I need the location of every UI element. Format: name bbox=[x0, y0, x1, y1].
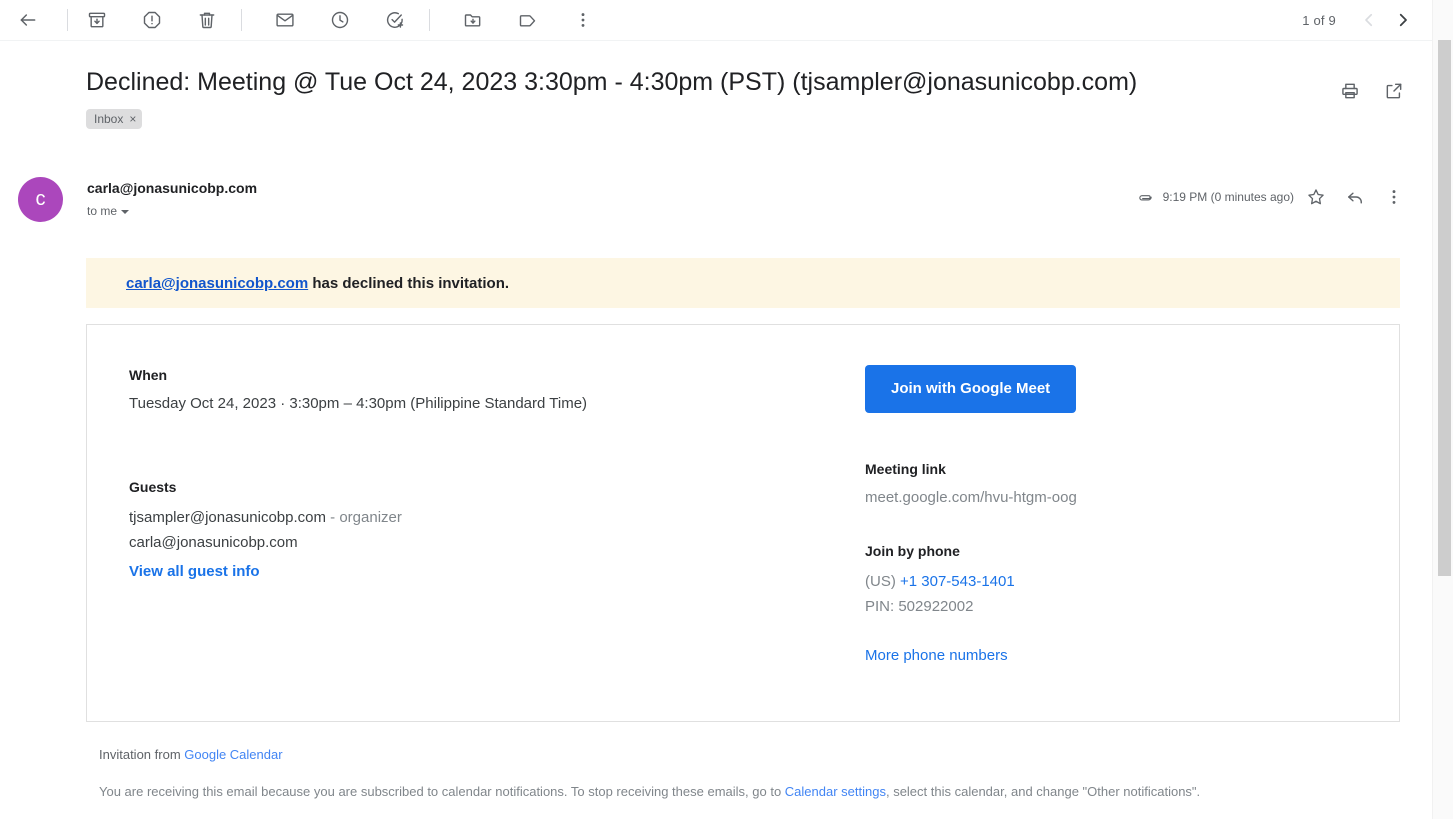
join-by-phone-section: Join by phone (US) +1 307-543-1401 PIN: … bbox=[865, 541, 1399, 665]
meeting-link-url[interactable]: meet.google.com/hvu-htgm-oog bbox=[865, 487, 1399, 509]
message-meta: 9:19 PM (0 minutes ago) bbox=[1137, 174, 1411, 214]
message-toolbar: 1 of 9 bbox=[0, 0, 1432, 40]
join-by-phone-heading: Join by phone bbox=[865, 543, 960, 559]
invite-actions-column: Join with Google Meet Meeting link meet.… bbox=[863, 365, 1399, 665]
when-value: Tuesday Oct 24, 2023 · 3:30pm – 4:30pm (… bbox=[129, 395, 588, 412]
avatar: c bbox=[18, 177, 63, 222]
label-chip-text: Inbox bbox=[94, 112, 124, 126]
declined-banner-rest: has declined this invitation. bbox=[308, 274, 510, 292]
phone-number-row: (US) +1 307-543-1401 bbox=[865, 569, 1399, 594]
message-pager-count: 1 of 9 bbox=[1302, 12, 1336, 28]
star-icon[interactable] bbox=[1299, 180, 1333, 214]
toolbar-divider bbox=[67, 9, 68, 31]
labels-icon[interactable] bbox=[508, 0, 548, 40]
invite-footer: Invitation from Google Calendar You are … bbox=[99, 745, 1399, 802]
guest-email: carla@jonasunicobp.com bbox=[129, 534, 298, 551]
report-spam-icon[interactable] bbox=[132, 0, 172, 40]
sender-address: carla@jonasunicobp.com bbox=[87, 180, 258, 196]
pager-prev-button[interactable] bbox=[1352, 0, 1386, 40]
meeting-link-heading: Meeting link bbox=[865, 461, 946, 477]
recipient-dropdown[interactable]: to me bbox=[87, 204, 257, 218]
declined-banner-email-link[interactable]: carla@jonasunicobp.com bbox=[126, 275, 308, 292]
subject-actions bbox=[1333, 74, 1411, 108]
meeting-link-section: Meeting link meet.google.com/hvu-htgm-oo… bbox=[865, 459, 1399, 509]
declined-banner: carla@jonasunicobp.com has declined this… bbox=[86, 258, 1400, 308]
delete-icon[interactable] bbox=[187, 0, 227, 40]
when-section: When Tuesday Oct 24, 2023 · 3:30pm – 4:3… bbox=[129, 365, 863, 415]
attachment-icon bbox=[1137, 189, 1154, 206]
message-more-icon[interactable] bbox=[1377, 180, 1411, 214]
more-options-icon[interactable] bbox=[563, 0, 603, 40]
gmail-message-view: 1 of 9 Declined: Meeting @ Tue Oct 24, 2… bbox=[0, 0, 1453, 819]
toolbar-divider-2 bbox=[241, 9, 242, 31]
archive-icon[interactable] bbox=[77, 0, 117, 40]
label-chip-remove-icon[interactable]: × bbox=[129, 113, 136, 125]
join-with-google-meet-button[interactable]: Join with Google Meet bbox=[865, 365, 1077, 413]
sender-info: carla@jonasunicobp.com to me bbox=[87, 174, 257, 218]
move-to-icon[interactable] bbox=[453, 0, 493, 40]
toolbar-separator bbox=[0, 40, 1432, 41]
mark-unread-icon[interactable] bbox=[265, 0, 305, 40]
print-icon[interactable] bbox=[1333, 74, 1367, 108]
calendar-settings-link[interactable]: Calendar settings bbox=[785, 784, 886, 799]
scrollbar-thumb[interactable] bbox=[1438, 40, 1451, 576]
phone-country-label: (US) bbox=[865, 573, 900, 590]
notice-part2: , select this calendar, and change "Othe… bbox=[885, 784, 1201, 799]
label-chip-inbox[interactable]: Inbox × bbox=[86, 109, 143, 129]
guest-role: - organizer bbox=[326, 509, 402, 526]
when-heading: When bbox=[129, 367, 168, 383]
pager-next-button[interactable] bbox=[1386, 0, 1420, 40]
recipient-label: to me bbox=[87, 204, 118, 218]
declined-banner-text: carla@jonasunicobp.com has declined this… bbox=[126, 275, 509, 292]
message-timestamp: 9:19 PM (0 minutes ago) bbox=[1162, 190, 1294, 204]
guests-heading: Guests bbox=[129, 479, 177, 495]
guests-section: Guests tjsampler@jonasunicobp.com - orga… bbox=[129, 477, 863, 581]
vertical-scrollbar[interactable] bbox=[1432, 0, 1453, 819]
google-calendar-link[interactable]: Google Calendar bbox=[184, 747, 282, 762]
reply-icon[interactable] bbox=[1338, 180, 1372, 214]
guest-email: tjsampler@jonasunicobp.com bbox=[129, 509, 326, 526]
notification-notice: You are receiving this email because you… bbox=[99, 782, 1399, 802]
toolbar-divider-3 bbox=[429, 9, 430, 31]
invitation-prefix: Invitation from bbox=[99, 747, 185, 762]
view-all-guest-info-link[interactable]: View all guest info bbox=[129, 563, 260, 580]
subject-block: Declined: Meeting @ Tue Oct 24, 2023 3:3… bbox=[86, 66, 1333, 129]
invite-details-column: When Tuesday Oct 24, 2023 · 3:30pm – 4:3… bbox=[87, 365, 863, 665]
phone-pin: PIN: 502922002 bbox=[865, 598, 974, 615]
phone-number-link[interactable]: +1 307-543-1401 bbox=[900, 573, 1015, 590]
guest-row: tjsampler@jonasunicobp.com - organizer bbox=[129, 505, 863, 530]
calendar-invite-card: When Tuesday Oct 24, 2023 · 3:30pm – 4:3… bbox=[86, 324, 1400, 722]
page-title: Declined: Meeting @ Tue Oct 24, 2023 3:3… bbox=[86, 68, 1138, 96]
open-in-new-window-icon[interactable] bbox=[1377, 74, 1411, 108]
back-icon[interactable] bbox=[8, 0, 48, 40]
sender-row: c carla@jonasunicobp.com to me 9:19 PM (… bbox=[18, 174, 1411, 222]
snooze-icon[interactable] bbox=[320, 0, 360, 40]
guest-row: carla@jonasunicobp.com bbox=[129, 530, 863, 555]
more-phone-numbers-link[interactable]: More phone numbers bbox=[865, 647, 1008, 664]
add-to-tasks-icon[interactable] bbox=[375, 0, 415, 40]
invitation-source-line: Invitation from Google Calendar bbox=[99, 745, 1399, 765]
chevron-down-icon bbox=[121, 210, 130, 214]
notice-part1: You are receiving this email because you… bbox=[99, 784, 785, 799]
